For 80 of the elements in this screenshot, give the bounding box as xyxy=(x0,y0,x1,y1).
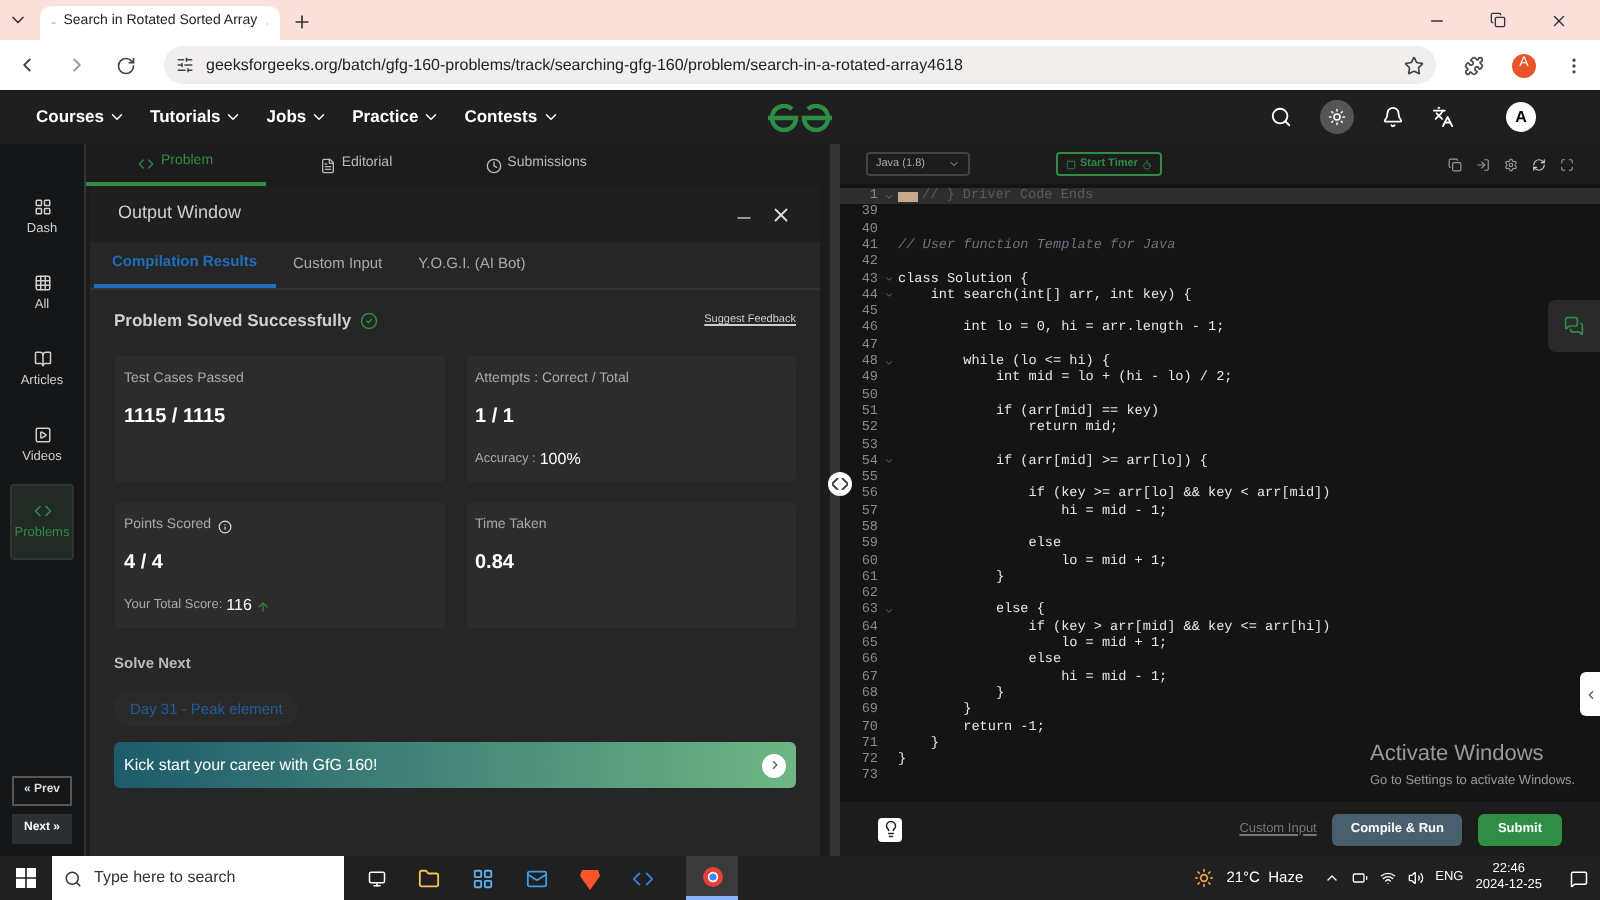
nav-menu[interactable]: Courses xyxy=(36,104,127,130)
chevron-up-icon[interactable] xyxy=(1323,870,1340,886)
search-icon xyxy=(64,869,82,887)
volume-icon[interactable] xyxy=(1407,870,1424,886)
battery-icon[interactable] xyxy=(1351,870,1368,886)
user-avatar[interactable]: A xyxy=(1506,102,1536,132)
nav-menu[interactable]: Jobs xyxy=(266,104,329,130)
task-view-icon[interactable] xyxy=(368,869,386,887)
taskbar-search-field[interactable]: Type here to search xyxy=(52,856,344,900)
activation-title: Activate Windows xyxy=(1370,740,1546,770)
success-message: Problem Solved Successfully xyxy=(114,308,352,334)
stat-sub-value: 116 xyxy=(226,594,252,619)
folder-icon[interactable] xyxy=(418,867,440,889)
clock-icon xyxy=(485,157,502,173)
promo-banner[interactable]: Kick start your career with GfG 160! xyxy=(114,742,796,788)
reset-icon[interactable] xyxy=(1532,157,1546,171)
nav-menu[interactable]: Contests xyxy=(464,104,560,130)
folded-code-marker[interactable] xyxy=(898,191,918,202)
chevron-right-icon[interactable] xyxy=(762,753,786,777)
chat-icon xyxy=(1564,316,1584,336)
code-editor[interactable] xyxy=(840,184,1600,802)
code-icon xyxy=(138,155,155,171)
chevron-down-icon xyxy=(224,108,243,126)
copy-icon[interactable] xyxy=(1448,157,1462,171)
browser-circle-icon xyxy=(701,865,723,887)
square-icon xyxy=(1066,159,1076,169)
document-icon xyxy=(319,157,336,173)
code-icon xyxy=(33,501,51,520)
stat-value: 4 / 4 xyxy=(124,550,165,579)
url-text: geeksforgeeks.org/batch/gfg-160-problems/track/searching-gfg-160/problem/search-in-a-rotated-array4618 xyxy=(206,53,963,77)
stat-sub-value: 100% xyxy=(539,448,581,473)
chat-button[interactable] xyxy=(1548,300,1600,352)
chevron-down-icon xyxy=(108,108,127,126)
chevron-left-icon xyxy=(1583,687,1597,701)
banner-text: Kick start your career with GfG 160! xyxy=(124,753,378,777)
info-icon[interactable] xyxy=(217,519,232,533)
new-tab-icon[interactable] xyxy=(292,12,312,32)
import-icon[interactable] xyxy=(1476,157,1490,171)
dashboard-icon xyxy=(33,197,51,216)
caret-icon xyxy=(948,158,960,170)
notifications-icon[interactable] xyxy=(1570,869,1588,887)
theme-toggle[interactable] xyxy=(1320,100,1354,134)
chevron-down-icon xyxy=(541,108,560,126)
output-window-title: Output Window xyxy=(118,200,242,227)
bookmark-star-icon[interactable] xyxy=(1404,55,1424,75)
stat-value: 0.84 xyxy=(475,550,516,579)
settings-icon[interactable] xyxy=(1504,157,1518,171)
nav-menu[interactable]: Practice xyxy=(352,104,441,130)
side-drawer-tab[interactable] xyxy=(1580,672,1600,716)
grid-icon xyxy=(33,273,51,292)
search-icon[interactable] xyxy=(1270,106,1292,128)
wifi-icon[interactable] xyxy=(1379,870,1396,886)
lightbulb-button[interactable] xyxy=(878,817,902,841)
fullscreen-icon[interactable] xyxy=(1560,157,1574,171)
nav-menu[interactable]: Tutorials xyxy=(150,104,243,130)
reload-icon[interactable] xyxy=(116,55,136,75)
timer-icon xyxy=(1141,159,1152,169)
mail-icon[interactable] xyxy=(526,867,548,889)
restore-icon[interactable] xyxy=(1490,12,1506,28)
code-editor-app-icon[interactable] xyxy=(632,867,654,889)
address-bar[interactable]: geeksforgeeks.org/batch/gfg-160-problems/track/searching-gfg-160/problem/search-in-a-rotated-array4618 xyxy=(164,46,1436,84)
lightbulb-icon xyxy=(881,820,899,838)
weather-icon xyxy=(1194,868,1215,888)
lion-shield-icon[interactable] xyxy=(580,867,600,889)
store-icon[interactable] xyxy=(472,867,494,889)
chevron-down-icon xyxy=(310,108,329,126)
sun-icon xyxy=(1328,108,1346,126)
video-icon xyxy=(33,425,51,444)
windows-start-icon[interactable] xyxy=(16,868,36,888)
translate-icon[interactable] xyxy=(1432,106,1454,128)
book-icon xyxy=(33,349,51,368)
gfg-logo-icon xyxy=(766,104,834,132)
chevron-down-icon xyxy=(422,108,441,126)
stat-value: 1 / 1 xyxy=(475,404,516,433)
notification-bell-icon[interactable] xyxy=(1382,106,1404,128)
extensions-icon[interactable] xyxy=(1464,55,1484,75)
browser-app-button[interactable] xyxy=(686,856,738,900)
site-info-icon[interactable] xyxy=(176,56,194,74)
stat-value: 1115 / 1115 xyxy=(124,404,228,433)
check-circle-icon xyxy=(359,311,378,330)
